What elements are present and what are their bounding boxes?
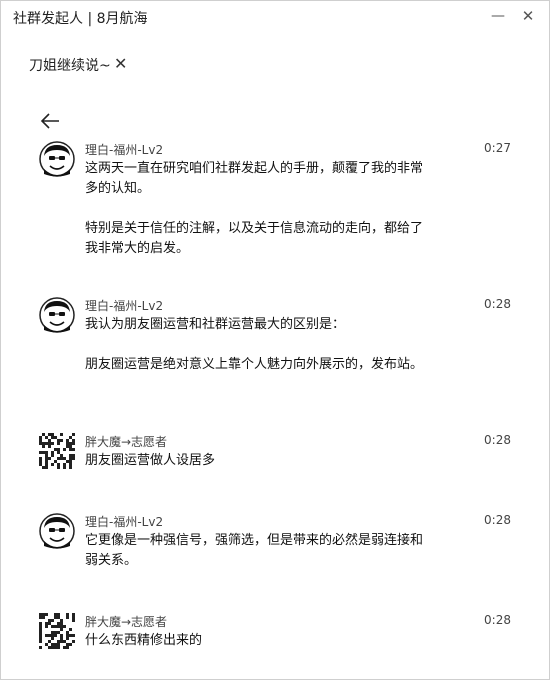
sender-name[interactable]: 理白-福州-Lv2 <box>85 297 163 314</box>
cartoon-avatar[interactable] <box>39 141 75 177</box>
sender-name[interactable]: 理白-福州-Lv2 <box>85 513 163 530</box>
message-paragraph: 这两天一直在研究咱们社群发起人的手册，颠覆了我的非常多的认知。 <box>85 161 424 196</box>
message-text: 这两天一直在研究咱们社群发起人的手册，颠覆了我的非常多的认知。 特别是关于信任的注… <box>85 159 435 259</box>
pixel-avatar[interactable] <box>39 433 75 469</box>
message-paragraph: 什么东西精修出来的 <box>85 633 203 648</box>
message-time: 0:28 <box>484 297 511 311</box>
message-paragraph: 我认为朋友圈运营和社群运营最大的区别是： <box>85 317 346 332</box>
cartoon-avatar[interactable] <box>39 297 75 333</box>
thread-close-icon[interactable]: ✕ <box>114 54 127 73</box>
message-text: 朋友圈运营做人设居多 <box>85 451 435 471</box>
title-bar: 社群发起人 | 8月航海 — ✕ <box>1 1 549 35</box>
message-time: 0:28 <box>484 613 511 627</box>
sender-name[interactable]: 胖大魔→志愿者 <box>85 613 167 630</box>
pixel-avatar[interactable] <box>39 613 75 649</box>
close-icon[interactable]: ✕ <box>517 6 539 26</box>
message-paragraph: 特别是关于信任的注解，以及关于信息流动的走向，都给了我非常大的启发。 <box>85 221 424 256</box>
message-paragraph: 朋友圈运营是绝对意义上靠个人魅力向外展示的，发布站。 <box>85 357 424 372</box>
message-time: 0:27 <box>484 141 511 155</box>
cartoon-avatar[interactable] <box>39 513 75 549</box>
message-time: 0:28 <box>484 433 511 447</box>
chat-window: 社群发起人 | 8月航海 — ✕ 刀姐继续说~ ✕ 理白-福州-Lv2 0:27 这… <box>0 0 550 680</box>
message-text: 我认为朋友圈运营和社群运营最大的区别是： 朋友圈运营是绝对意义上靠个人魅力向外展示… <box>85 315 435 375</box>
message-text: 它更像是一种强信号，强筛选，但是带来的必然是弱连接和弱关系。 <box>85 531 435 571</box>
message-paragraph: 它更像是一种强信号，强筛选，但是带来的必然是弱连接和弱关系。 <box>85 533 424 568</box>
arrow-left-icon[interactable] <box>39 111 61 131</box>
minimize-icon[interactable]: — <box>487 6 509 26</box>
message-text: 什么东西精修出来的 <box>85 631 435 651</box>
window-title: 社群发起人 | 8月航海 <box>13 11 148 27</box>
message-time: 0:28 <box>484 513 511 527</box>
sender-name[interactable]: 胖大魔→志愿者 <box>85 433 167 450</box>
sender-name[interactable]: 理白-福州-Lv2 <box>85 141 163 158</box>
message-paragraph: 朋友圈运营做人设居多 <box>85 453 216 468</box>
thread-title: 刀姐继续说~ <box>29 58 111 74</box>
